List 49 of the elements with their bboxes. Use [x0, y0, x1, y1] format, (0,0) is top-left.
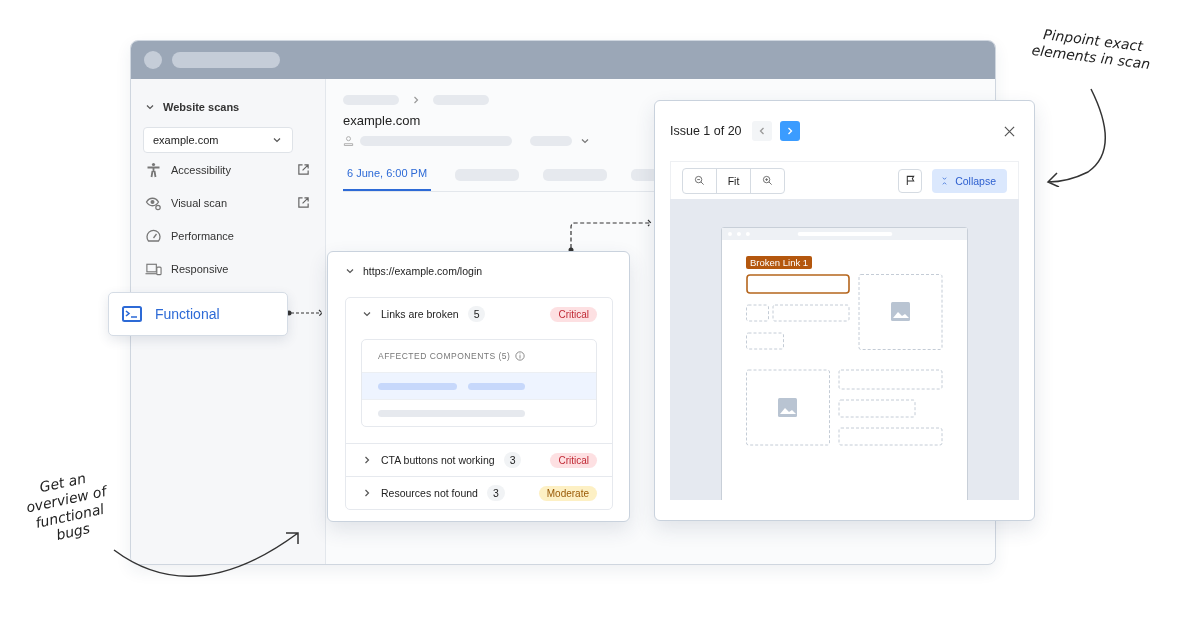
collapse-icon	[941, 175, 949, 186]
components-heading: AFFECTED COMPONENTS (5)	[378, 351, 511, 361]
user-icon	[343, 135, 354, 146]
chevron-right-icon[interactable]	[362, 455, 372, 465]
external-link-icon[interactable]	[297, 196, 310, 209]
gauge-icon	[145, 227, 162, 244]
zoom-out-icon	[694, 175, 705, 186]
date-tab[interactable]: 6 June, 6:00 PM	[343, 158, 432, 191]
collapse-button[interactable]: Collapse	[932, 168, 1007, 193]
highlight-label: Broken Link 1	[746, 256, 813, 269]
handwritten-note: Pinpoint exact elements in scan	[1029, 25, 1153, 74]
chevron-down-icon	[272, 135, 282, 145]
next-button[interactable]	[779, 121, 800, 141]
chevron-down-icon[interactable]	[345, 266, 355, 276]
section-title: Website scans	[163, 101, 240, 113]
close-icon[interactable]	[1004, 125, 1015, 137]
sidebar-item[interactable]: Performance	[171, 229, 313, 242]
fit-button[interactable]: Fit	[716, 168, 750, 193]
severity-badge: Critical	[550, 452, 597, 468]
issue-title[interactable]: Resources not found	[381, 487, 478, 499]
issue-title[interactable]: Links are broken	[381, 308, 459, 320]
severity-badge: Moderate	[538, 485, 597, 501]
site-select[interactable]: example.com	[143, 127, 293, 153]
info-icon	[515, 351, 526, 361]
page-url: https://example.com/login	[363, 265, 483, 277]
issue-title[interactable]: CTA buttons not working	[381, 454, 495, 466]
terminal-icon	[122, 306, 142, 322]
person-icon	[145, 161, 162, 178]
chevron-down-icon[interactable]	[145, 102, 155, 112]
window-dot-icon	[144, 51, 162, 69]
chevron-right-icon	[411, 95, 421, 105]
flag-icon	[904, 175, 916, 186]
issue-count: 5	[467, 306, 486, 322]
flag-button[interactable]	[898, 168, 923, 193]
chevron-down-icon[interactable]	[362, 309, 372, 319]
issue-counter: Issue 1 of 20	[670, 124, 742, 138]
chevron-right-icon[interactable]	[362, 488, 372, 498]
sidebar-item[interactable]: Responsive	[171, 262, 313, 275]
functional-card[interactable]: Functional	[108, 292, 288, 336]
external-link-icon[interactable]	[297, 163, 310, 176]
issue-count: 3	[503, 452, 522, 468]
severity-badge: Critical	[550, 306, 597, 322]
zoom-in-icon	[762, 175, 773, 186]
text-placeholder	[468, 382, 525, 390]
functional-label: Functional	[155, 306, 220, 322]
issue-count: 3	[486, 485, 505, 501]
sidebar-item[interactable]: Visual scan	[171, 196, 297, 209]
page-title: example.com	[343, 113, 422, 128]
sidebar-item[interactable]: Accessibility	[171, 163, 297, 176]
